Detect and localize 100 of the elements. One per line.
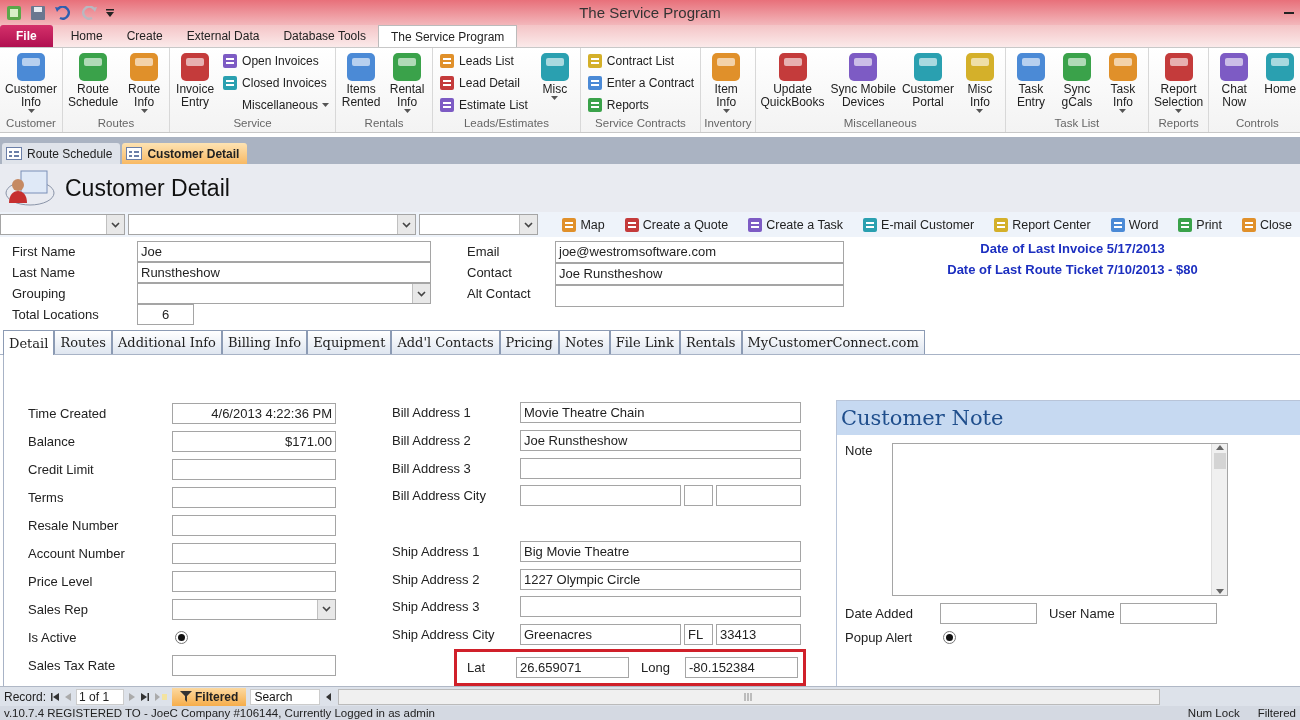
input-field[interactable] (172, 570, 336, 592)
form-tab[interactable]: File Link (609, 330, 680, 354)
toolbar-link[interactable]: Report Center (985, 216, 1099, 233)
input-field[interactable]: Runstheshow (137, 262, 431, 283)
ribbon-button[interactable]: Home (1258, 51, 1300, 115)
form-tab[interactable]: Rentals (679, 330, 742, 354)
input-field[interactable]: 4/6/2013 4:22:36 PM (172, 402, 336, 424)
ribbon-button[interactable]: Leads List (439, 51, 528, 71)
input-field[interactable]: Joe Runstheshow (520, 430, 801, 451)
ribbon-button[interactable]: Misc (532, 51, 577, 115)
ribbon-button[interactable]: Chat Now (1212, 51, 1257, 115)
input-field[interactable] (172, 458, 336, 480)
search-field[interactable]: Search (250, 688, 321, 705)
horizontal-scrollbar[interactable] (338, 688, 1160, 705)
input-field[interactable] (684, 485, 713, 507)
input-field[interactable] (520, 457, 801, 479)
input-field[interactable]: Greenacres (520, 624, 681, 646)
ribbon-button[interactable]: Customer Info (3, 51, 59, 115)
input-field[interactable]: joe@westromsoftware.com (555, 241, 844, 263)
input-field[interactable] (172, 654, 336, 676)
ribbon-button[interactable]: Open Invoices (222, 51, 330, 71)
input-field[interactable] (520, 596, 801, 618)
input-field[interactable]: -80.152384 (685, 657, 798, 679)
first-record-icon[interactable] (50, 691, 61, 702)
last-record-icon[interactable] (140, 691, 151, 702)
ribbon-button[interactable]: Closed Invoices (222, 73, 330, 93)
input-field[interactable]: FL (684, 624, 713, 646)
ribbon-button[interactable]: Rental Info (385, 51, 430, 115)
input-field[interactable] (172, 486, 336, 508)
input-field[interactable] (555, 285, 844, 307)
ribbon-tab[interactable]: Create (114, 25, 175, 47)
ribbon-tab[interactable]: The Service Program (377, 25, 518, 47)
document-tab[interactable]: Route Schedule (2, 143, 121, 164)
toolbar-link[interactable]: Create a Quote (615, 216, 737, 233)
ribbon-button[interactable]: Route Schedule (66, 51, 121, 115)
input-field[interactable]: Big Movie Theatre (520, 541, 801, 562)
ribbon-button[interactable]: Items Rented (339, 51, 384, 115)
toolbar-link[interactable]: Map (553, 216, 613, 233)
input-field[interactable]: $171.00 (172, 430, 336, 452)
combo-field[interactable] (0, 214, 125, 235)
radio-button[interactable] (943, 630, 956, 644)
combo-field[interactable] (137, 283, 431, 304)
input-field[interactable]: Joe Runstheshow (555, 263, 844, 285)
input-field[interactable] (716, 485, 801, 507)
scroll-down-icon[interactable] (1215, 589, 1224, 595)
ribbon-button[interactable]: Misc Info (957, 51, 1002, 115)
input-field[interactable]: 1227 Olympic Circle (520, 568, 801, 590)
form-tab[interactable]: MyCustomerConnect.com (741, 330, 925, 354)
ribbon-button[interactable]: Update QuickBooks (758, 51, 827, 115)
form-tab[interactable]: Routes (54, 330, 112, 354)
scroll-thumb[interactable] (1213, 453, 1226, 469)
file-menu-tab[interactable]: File (0, 25, 53, 47)
combo-field[interactable] (172, 598, 336, 620)
toolbar-link[interactable]: Word (1101, 216, 1167, 233)
ribbon-button[interactable]: Enter a Contract (586, 73, 695, 93)
ribbon-button[interactable]: Sync gCals (1054, 51, 1099, 115)
form-tab[interactable]: Add'l Contacts (391, 330, 500, 354)
scroll-up-icon[interactable] (1215, 444, 1224, 450)
input-field[interactable]: 26.659071 (516, 657, 629, 679)
form-tab[interactable]: Billing Info (221, 330, 308, 354)
document-tab[interactable]: Customer Detail (122, 143, 248, 164)
input-field[interactable]: Movie Theatre Chain (520, 402, 801, 424)
scrollbar[interactable] (1211, 444, 1227, 595)
form-tab[interactable]: Additional Info (112, 330, 222, 354)
toolbar-link[interactable]: Create a Task (739, 216, 852, 233)
combo-field[interactable] (418, 214, 538, 235)
toolbar-link[interactable]: E-mail Customer (854, 216, 983, 233)
input-field[interactable]: 33413 (716, 624, 801, 646)
customize-toolbar-icon[interactable] (106, 7, 114, 18)
ribbon-tab[interactable]: External Data (174, 25, 272, 47)
record-position-field[interactable]: 1 of 1 (76, 688, 125, 705)
ribbon-button[interactable]: Sync Mobile Devices (828, 51, 898, 115)
ribbon-button[interactable]: Reports (586, 95, 695, 115)
ribbon-button[interactable]: Contract List (586, 51, 695, 71)
save-icon[interactable] (30, 4, 46, 21)
input-field[interactable] (1120, 602, 1217, 624)
ribbon-button[interactable]: Estimate List (439, 95, 528, 115)
ribbon-button[interactable]: Invoice Entry (173, 51, 218, 115)
ribbon-tab[interactable]: Home (58, 25, 115, 47)
ribbon-button[interactable]: Lead Detail (439, 73, 528, 93)
form-tab[interactable]: Equipment (307, 330, 392, 354)
input-field[interactable] (940, 602, 1037, 624)
radio-button[interactable] (175, 630, 188, 644)
combo-field[interactable] (127, 214, 416, 235)
undo-icon[interactable] (54, 5, 72, 20)
ribbon-button[interactable]: Item Info (704, 51, 749, 115)
ribbon-button[interactable]: Route Info (122, 51, 167, 115)
ribbon-button[interactable]: Customer Portal (899, 51, 956, 115)
form-tab[interactable]: Pricing (499, 330, 559, 354)
form-tab[interactable]: Detail (3, 330, 55, 355)
ribbon-button[interactable]: Report Selection (1151, 51, 1206, 115)
toolbar-link[interactable]: Close (1233, 216, 1300, 233)
input-field[interactable]: Joe (137, 241, 431, 262)
redo-icon[interactable] (80, 5, 98, 20)
input-field[interactable]: 6 (137, 304, 194, 325)
ribbon-tab[interactable]: Database Tools (271, 25, 378, 47)
ribbon-button[interactable]: Miscellaneous (222, 95, 330, 115)
toolbar-link[interactable]: Print (1169, 216, 1231, 233)
input-field[interactable] (172, 542, 336, 564)
ribbon-button[interactable]: Task Info (1100, 51, 1145, 115)
